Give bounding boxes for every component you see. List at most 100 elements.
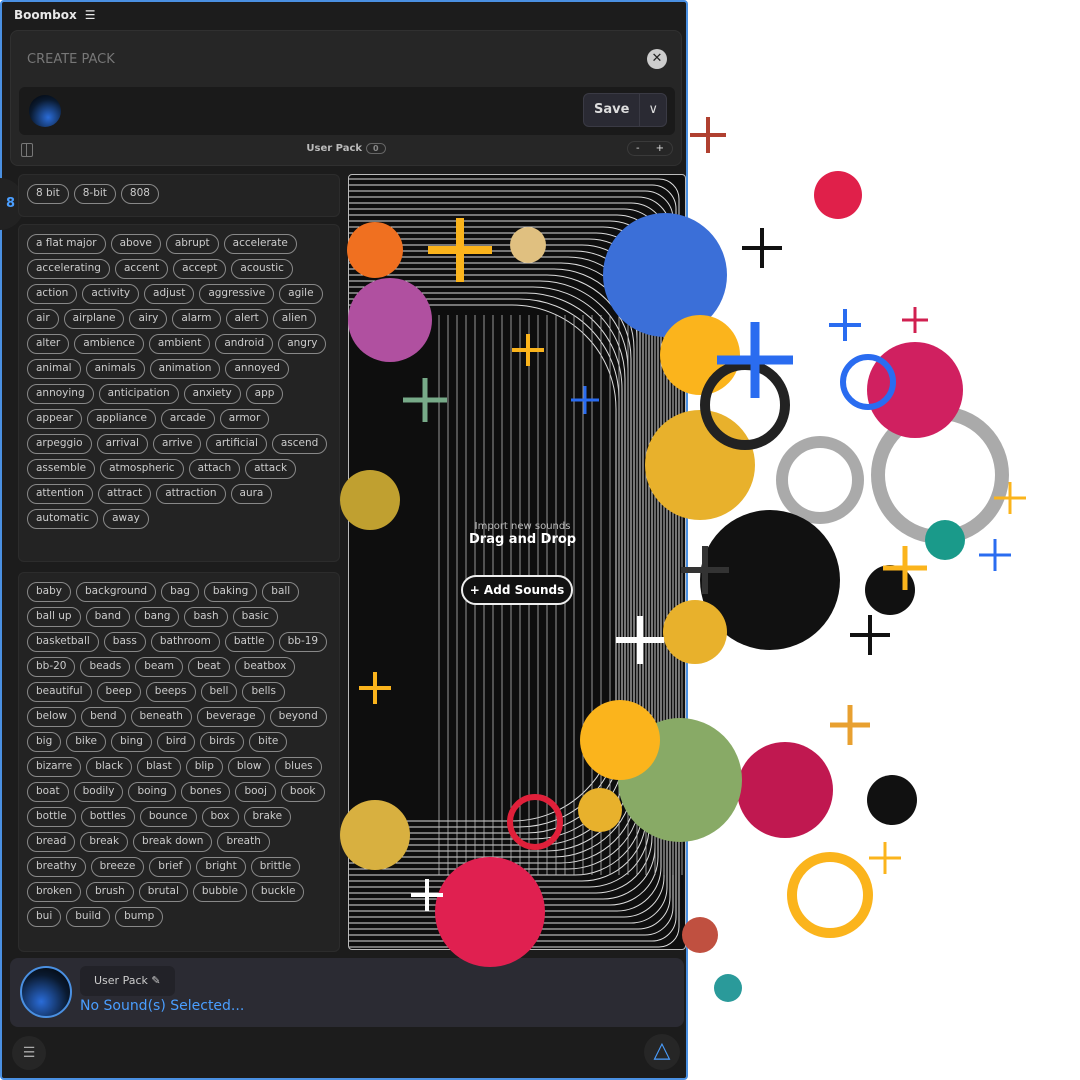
- tag-chip[interactable]: blow: [227, 757, 271, 777]
- tag-chip[interactable]: bodily: [73, 782, 124, 802]
- tag-chip[interactable]: bounce: [139, 807, 197, 827]
- tag-chip[interactable]: arrival: [96, 434, 148, 454]
- tag-chip[interactable]: bell: [200, 682, 238, 702]
- tag-chip[interactable]: brittle: [250, 857, 301, 877]
- tag-chip[interactable]: baking: [203, 582, 258, 602]
- tag-chip[interactable]: build: [66, 907, 111, 927]
- tag-chip[interactable]: adjust: [144, 284, 195, 304]
- tag-chip[interactable]: brake: [243, 807, 292, 827]
- tag-chip[interactable]: alien: [272, 309, 317, 329]
- tag-chip[interactable]: angry: [278, 334, 327, 354]
- tag-chip[interactable]: blip: [185, 757, 223, 777]
- drop-zone[interactable]: Import new sounds Drag and Drop + Add So…: [348, 174, 686, 950]
- tag-chip[interactable]: ambience: [74, 334, 144, 354]
- tag-chip[interactable]: beat: [187, 657, 230, 677]
- tag-chip[interactable]: broken: [27, 882, 81, 902]
- tag-chip[interactable]: arcade: [160, 409, 215, 429]
- tag-chip[interactable]: armor: [219, 409, 270, 429]
- tag-chip[interactable]: abrupt: [165, 234, 219, 254]
- tag-chip[interactable]: breathy: [27, 857, 86, 877]
- tag-chip[interactable]: blues: [275, 757, 322, 777]
- tag-chip[interactable]: bite: [249, 732, 288, 752]
- tag-chip[interactable]: beads: [80, 657, 131, 677]
- tag-chip[interactable]: bones: [180, 782, 231, 802]
- tag-chip[interactable]: air: [27, 309, 59, 329]
- tag-chip[interactable]: battle: [224, 632, 274, 652]
- pack-thumbnail[interactable]: [29, 95, 61, 127]
- tag-chip[interactable]: bright: [196, 857, 246, 877]
- tag-group-b[interactable]: baby background bag baking ball ball up band ba…: [18, 572, 340, 952]
- tag-chip[interactable]: annoyed: [225, 359, 289, 379]
- save-button[interactable]: Save: [584, 94, 639, 126]
- tag-chip[interactable]: aura: [230, 484, 273, 504]
- tag-chip[interactable]: automatic: [27, 509, 99, 529]
- tag-chip[interactable]: aggressive: [199, 284, 275, 304]
- tag-chip[interactable]: boat: [27, 782, 69, 802]
- tag-chip[interactable]: 8 bit: [27, 184, 69, 204]
- tag-chip[interactable]: arpeggio: [27, 434, 92, 454]
- tag-chip[interactable]: bump: [115, 907, 164, 927]
- tag-chip[interactable]: attack: [245, 459, 297, 479]
- tag-chip[interactable]: attention: [27, 484, 93, 504]
- tag-chip[interactable]: ball up: [27, 607, 81, 627]
- tag-chip[interactable]: black: [86, 757, 133, 777]
- tag-chip[interactable]: attraction: [156, 484, 226, 504]
- tag-chip[interactable]: bathroom: [150, 632, 220, 652]
- close-icon[interactable]: ✕: [647, 49, 667, 69]
- tag-chip[interactable]: bb-19: [278, 632, 328, 652]
- edit-pack-button[interactable]: User Pack ✎: [80, 966, 175, 996]
- tag-chip[interactable]: bing: [111, 732, 152, 752]
- tag-chip[interactable]: breath: [217, 832, 270, 852]
- tag-chip[interactable]: bag: [161, 582, 199, 602]
- tag-chip[interactable]: assemble: [27, 459, 96, 479]
- tag-chip[interactable]: accept: [173, 259, 227, 279]
- tag-chip[interactable]: accent: [114, 259, 169, 279]
- tag-chip[interactable]: ascend: [271, 434, 328, 454]
- tag-chip[interactable]: bui: [27, 907, 62, 927]
- tag-chip[interactable]: animals: [85, 359, 145, 379]
- tag-chip[interactable]: big: [27, 732, 62, 752]
- tag-chip[interactable]: bb-20: [27, 657, 76, 677]
- tag-chip[interactable]: alter: [27, 334, 70, 354]
- tag-chip[interactable]: basketball: [27, 632, 99, 652]
- tag-chip[interactable]: bang: [135, 607, 180, 627]
- tag-chip[interactable]: bike: [66, 732, 106, 752]
- tag-chip[interactable]: ball: [262, 582, 300, 602]
- tag-chip[interactable]: brief: [149, 857, 192, 877]
- tag-chip[interactable]: app: [245, 384, 284, 404]
- tag-chip[interactable]: beep: [96, 682, 141, 702]
- tag-chip[interactable]: accelerating: [27, 259, 110, 279]
- tag-chip[interactable]: artificial: [206, 434, 267, 454]
- tag-chip[interactable]: anxiety: [183, 384, 241, 404]
- tag-chip[interactable]: baby: [27, 582, 71, 602]
- tag-chip[interactable]: breeze: [90, 857, 145, 877]
- tag-chip[interactable]: blast: [137, 757, 181, 777]
- tag-chip[interactable]: bend: [81, 707, 126, 727]
- tag-chip[interactable]: atmospheric: [100, 459, 184, 479]
- tag-chip[interactable]: airy: [129, 309, 168, 329]
- tag-chip[interactable]: alert: [225, 309, 268, 329]
- tag-chip[interactable]: bread: [27, 832, 76, 852]
- tag-chip[interactable]: bottles: [80, 807, 135, 827]
- tag-chip[interactable]: accelerate: [223, 234, 297, 254]
- tag-chip[interactable]: action: [27, 284, 78, 304]
- tag-chip[interactable]: bubble: [192, 882, 247, 902]
- add-sounds-button[interactable]: + Add Sounds: [461, 575, 573, 605]
- tag-chip[interactable]: beautiful: [27, 682, 92, 702]
- tag-chip[interactable]: 808: [120, 184, 159, 204]
- tag-chip[interactable]: box: [201, 807, 239, 827]
- tag-chip[interactable]: above: [110, 234, 161, 254]
- tag-chip[interactable]: beneath: [130, 707, 192, 727]
- tag-chip[interactable]: attach: [188, 459, 241, 479]
- tag-chip[interactable]: bottle: [27, 807, 76, 827]
- tag-chip[interactable]: ambient: [148, 334, 211, 354]
- tag-chip[interactable]: background: [75, 582, 157, 602]
- tag-chip[interactable]: airplane: [63, 309, 125, 329]
- tag-chip[interactable]: beyond: [269, 707, 327, 727]
- tag-chip[interactable]: acoustic: [231, 259, 293, 279]
- tag-chip[interactable]: beverage: [196, 707, 265, 727]
- chevron-down-icon[interactable]: ∨: [639, 94, 666, 126]
- tag-chip[interactable]: bash: [184, 607, 228, 627]
- tag-chip[interactable]: beeps: [145, 682, 196, 702]
- triangle-icon[interactable]: △: [644, 1034, 680, 1070]
